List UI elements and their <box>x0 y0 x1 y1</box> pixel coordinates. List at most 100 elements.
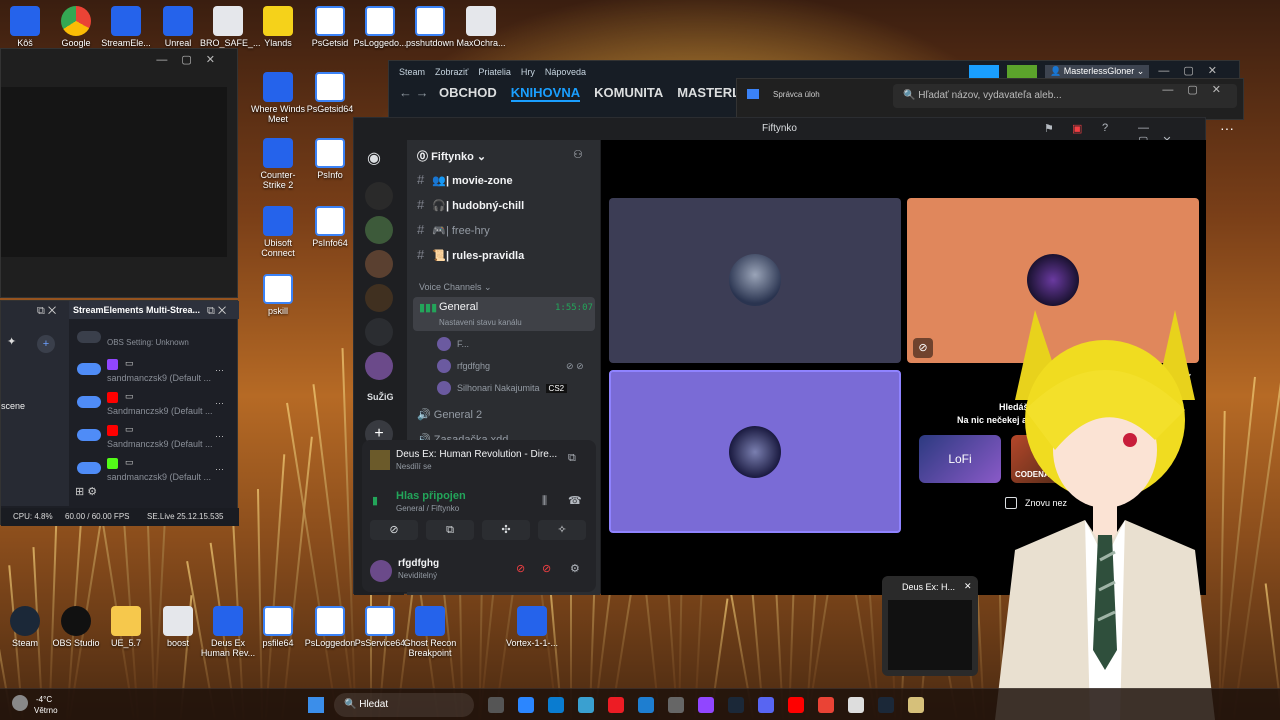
voice-member[interactable]: Silhonari Nakajumita CS2 <box>437 381 568 395</box>
steam-menu-bar[interactable]: Steam Zobraziť Priatelia Hry Nápoveda <box>399 67 586 77</box>
stream-toggle[interactable] <box>77 396 101 408</box>
steam-menu-item[interactable]: Priatelia <box>478 67 511 77</box>
desktop-icon[interactable]: OBS Studio <box>48 606 104 648</box>
desktop-icon[interactable]: MaxOchra... <box>453 6 509 48</box>
stream-target-row[interactable]: ▭ sandmanczsk9 (Default ... ··· <box>75 357 235 385</box>
desktop-icon[interactable]: BRO_SAFE_... <box>200 6 261 48</box>
voice-member[interactable]: rfgdfghg ⊘ ⊘ <box>437 359 584 373</box>
stream-target-row[interactable]: ▭ Sandmanczsk9 (Default ... ··· <box>75 390 235 418</box>
text-channel[interactable]: # 🎮| free-hry <box>417 222 490 237</box>
server-icon[interactable] <box>365 182 393 210</box>
windows-start-icon[interactable] <box>308 697 324 713</box>
disconnect-icon[interactable]: ☎ <box>568 494 582 507</box>
steam-user-badge[interactable]: 👤 MasterlessGloner ⌄ <box>1045 65 1150 79</box>
notification-icon[interactable] <box>1007 65 1037 79</box>
more-options-icon[interactable]: ··· <box>215 398 224 408</box>
desktop-icon[interactable]: PsInfo64 <box>302 206 358 248</box>
files-icon[interactable] <box>578 697 594 713</box>
user-name[interactable]: rfgdfghg <box>398 558 439 569</box>
more-options-icon[interactable]: ··· <box>215 464 224 474</box>
desktop-icon[interactable]: psshutdown <box>402 6 458 48</box>
weather-desc[interactable]: Větrno <box>34 706 58 715</box>
voice-connected[interactable]: Hlas připojen <box>396 490 466 502</box>
steam-menu-item[interactable]: Steam <box>399 67 425 77</box>
server-name[interactable]: ⓪ Fiftynko ⌄ <box>417 148 486 164</box>
stream-target-row[interactable]: ▭ Sandmanczsk9 (Default ... ··· <box>75 423 235 451</box>
desktop-icon[interactable]: psfile64 <box>250 606 306 648</box>
steam-window-controls[interactable]: —▢✕ <box>1158 64 1231 77</box>
steam-nav-knihovna[interactable]: KNIHOVNA <box>510 85 581 102</box>
twitch-icon[interactable] <box>698 697 714 713</box>
desktop-icon[interactable]: Ylands <box>250 6 306 48</box>
weather-icon[interactable] <box>12 695 28 711</box>
stream-toggle[interactable] <box>77 462 101 474</box>
desktop-icon[interactable]: PsInfo <box>302 138 358 180</box>
desktop-icon[interactable]: Deus Ex Human Rev... <box>200 606 256 658</box>
soundboard-icon[interactable]: ⫼ <box>542 495 547 508</box>
dock-controls[interactable]: ⧉ ✕ <box>207 305 226 318</box>
desktop-icon[interactable]: PsGetsid <box>302 6 358 48</box>
discord-home-icon[interactable]: ◉ <box>367 148 381 168</box>
desktop-icon[interactable]: Kôš <box>0 6 53 48</box>
weather-temp[interactable]: -4°C <box>36 695 52 704</box>
server-icon[interactable] <box>365 284 393 312</box>
add-icon[interactable]: + <box>37 335 55 353</box>
back-icon[interactable]: ← → <box>399 85 429 100</box>
desktop-icon[interactable]: Google <box>48 6 104 48</box>
chrome-icon[interactable] <box>818 697 834 713</box>
server-icon[interactable] <box>365 216 393 244</box>
desktop-icon[interactable]: Unreal <box>150 6 206 48</box>
server-abbrev[interactable]: SuŽiG <box>367 392 394 402</box>
server-icon[interactable] <box>365 318 393 346</box>
inbox-icon[interactable]: ⚑ <box>1044 122 1054 135</box>
obs-window[interactable]: ⧉ ✕ ✦ + scene StreamElements Multi-Strea… <box>0 300 239 526</box>
taskbar-search[interactable]: 🔍 Hledat <box>334 693 474 717</box>
stream-toggle[interactable] <box>77 429 101 441</box>
steam-icon[interactable] <box>878 697 894 713</box>
store-icon[interactable] <box>548 697 564 713</box>
steam-nav-komunita[interactable]: KOMUNITA <box>594 85 663 102</box>
activities-button[interactable]: ✣ <box>482 520 530 540</box>
desktop-icon[interactable]: Counter-Strike 2 <box>250 138 306 190</box>
desktop-icon[interactable]: PsGetsid64 <box>302 72 358 114</box>
desktop-icon[interactable]: pskill <box>250 274 306 316</box>
desktop-icon[interactable]: Steam <box>0 606 53 648</box>
steam-menu-item[interactable]: Zobraziť <box>435 67 468 77</box>
voice-member[interactable]: F... <box>437 337 469 351</box>
desktop-icon[interactable]: StreamEle... <box>98 6 154 48</box>
stream-target-row[interactable]: ▭ sandmanczsk9 (Default ... ··· <box>75 456 235 484</box>
voice-connected-sub[interactable]: General / Fiftynko <box>396 504 459 513</box>
server-icon[interactable] <box>365 250 393 278</box>
youtube-icon[interactable] <box>788 697 804 713</box>
video-tile-speaking[interactable] <box>609 370 901 533</box>
mute-icon[interactable]: ⊘ <box>516 562 525 575</box>
text-channel[interactable]: # 📜| rules-pravidla <box>417 247 524 262</box>
deus-ex-icon[interactable] <box>908 697 924 713</box>
desktop-icon[interactable]: boost <box>150 606 206 648</box>
task-view-icon[interactable] <box>488 697 504 713</box>
steam-menu-item[interactable]: Hry <box>521 67 535 77</box>
announcement-icon[interactable] <box>969 65 999 79</box>
screenshare-button[interactable]: ⧉ <box>426 520 474 540</box>
scene-label[interactable]: scene <box>1 401 25 411</box>
steam-icon[interactable] <box>728 697 744 713</box>
settings-icon[interactable]: ⚙ <box>570 562 580 575</box>
text-channel[interactable]: # 👥| movie-zone <box>417 172 513 187</box>
add-target-icon[interactable]: ⊞ ⚙ <box>75 485 97 498</box>
steam-nav[interactable]: OBCHOD KNIHOVNA KOMUNITA MASTERLESS <box>439 85 766 102</box>
task-manager-window[interactable]: Správca úloh 🔍 Hľadať názov, vydavateľa … <box>736 78 1244 120</box>
background-window[interactable]: —▢✕ <box>0 48 238 298</box>
more-icon[interactable]: ··· <box>1220 120 1234 136</box>
dock-pin-icon[interactable]: ⧉ ✕ <box>37 305 56 318</box>
server-icon[interactable] <box>365 352 393 380</box>
more-options-icon[interactable]: ··· <box>215 431 224 441</box>
voice-channels-header[interactable]: Voice Channels ⌄ <box>419 282 492 293</box>
voice-channel-2[interactable]: 🔊 General 2 <box>417 408 482 421</box>
record-icon[interactable]: ▣ <box>1072 122 1082 135</box>
voice-channel-active[interactable]: ▮▮▮ General 1:55:07 Nastaveni stavu kaná… <box>413 297 595 331</box>
stream-toggle[interactable] <box>77 363 101 375</box>
invite-icon[interactable]: ⚇ <box>573 148 583 161</box>
desktop-icon[interactable]: UE_5.7 <box>98 606 154 648</box>
stream-icon[interactable]: ⧉ <box>568 452 576 465</box>
discord-icon[interactable] <box>758 697 774 713</box>
